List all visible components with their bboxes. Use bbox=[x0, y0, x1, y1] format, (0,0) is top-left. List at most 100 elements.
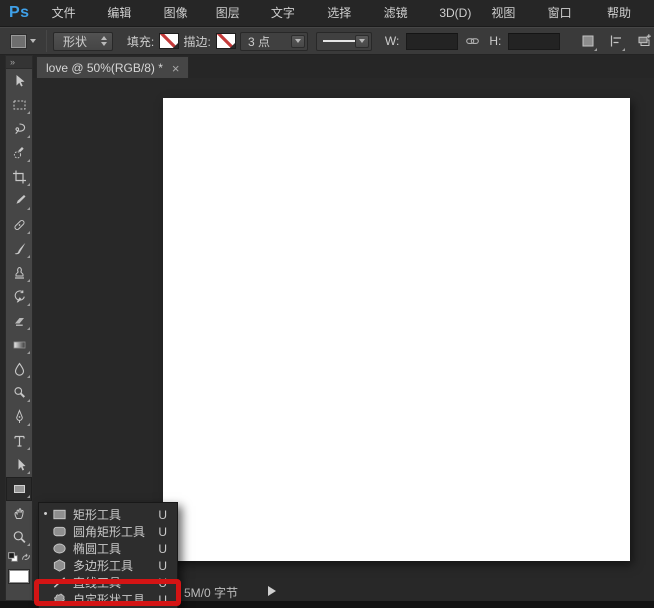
height-input[interactable] bbox=[508, 33, 560, 50]
blur-tool[interactable] bbox=[6, 357, 32, 381]
default-colors-icon[interactable] bbox=[7, 550, 19, 568]
tool-preset-picker[interactable] bbox=[7, 33, 40, 50]
rectangle-tool[interactable] bbox=[6, 477, 32, 501]
quick-selection-tool[interactable] bbox=[6, 141, 32, 165]
menubar-item-5[interactable]: 选择(S) bbox=[317, 0, 373, 27]
path-selection-tool[interactable] bbox=[6, 453, 32, 477]
clone-stamp-tool[interactable] bbox=[6, 261, 32, 285]
lasso-tool[interactable] bbox=[6, 117, 32, 141]
polygon-icon bbox=[52, 558, 68, 574]
eyedropper-tool[interactable] bbox=[6, 189, 32, 213]
document-canvas[interactable] bbox=[163, 98, 630, 561]
path-arrange-button[interactable] bbox=[634, 31, 654, 52]
flyout-item-shortcut: U bbox=[158, 508, 167, 522]
selected-marker: • bbox=[39, 506, 52, 523]
fill-swatch[interactable] bbox=[159, 33, 179, 49]
menubar-item-2[interactable]: 图像(I) bbox=[154, 0, 206, 27]
updown-arrows-icon bbox=[101, 36, 107, 46]
flyout-item-shortcut: U bbox=[158, 576, 167, 590]
flyout-item-polygon-tool[interactable]: 多边形工具U bbox=[39, 557, 177, 574]
blur-tool-icon bbox=[11, 361, 28, 377]
move-tool-icon bbox=[11, 73, 28, 89]
rounded-rectangle-icon bbox=[52, 524, 68, 540]
pen-tool-icon bbox=[11, 409, 28, 425]
brush-tool-icon bbox=[11, 241, 28, 257]
menubar-item-9[interactable]: 窗口(W) bbox=[538, 0, 597, 27]
stroke-style-select[interactable] bbox=[316, 32, 372, 51]
quick-selection-tool-icon bbox=[11, 145, 28, 161]
gradient-tool-icon bbox=[11, 337, 28, 353]
stroke-width-select[interactable]: 3 点 bbox=[240, 32, 308, 51]
rectangular-marquee-tool[interactable] bbox=[6, 93, 32, 117]
height-label: H: bbox=[489, 34, 501, 48]
eraser-tool[interactable] bbox=[6, 309, 32, 333]
spot-healing-brush-tool[interactable] bbox=[6, 213, 32, 237]
flyout-item-label: 多边形工具 bbox=[73, 557, 158, 574]
pen-tool[interactable] bbox=[6, 405, 32, 429]
menubar-item-3[interactable]: 图层(L) bbox=[206, 0, 261, 27]
menubar-item-6[interactable]: 滤镜(T) bbox=[374, 0, 430, 27]
path-selection-tool-icon bbox=[11, 457, 28, 473]
menubar-item-4[interactable]: 文字(Y) bbox=[261, 0, 317, 27]
options-bar: 形状 填充: 描边: 3 点 W: H: bbox=[0, 27, 654, 55]
path-alignment-button[interactable] bbox=[606, 31, 626, 52]
flyout-item-label: 自定形状工具 bbox=[73, 591, 158, 608]
crop-tool[interactable] bbox=[6, 165, 32, 189]
flyout-item-label: 直线工具 bbox=[73, 574, 158, 591]
history-brush-tool[interactable] bbox=[6, 285, 32, 309]
flyout-item-rectangle-tool[interactable]: •矩形工具U bbox=[39, 506, 177, 523]
shape-tools-flyout: •矩形工具U圆角矩形工具U椭圆工具U多边形工具U直线工具U自定形状工具U bbox=[38, 502, 178, 608]
path-operations-button[interactable] bbox=[578, 31, 598, 52]
status-menu-arrow-icon[interactable] bbox=[268, 586, 276, 596]
link-dimensions-icon[interactable] bbox=[464, 33, 481, 49]
tool-mode-select[interactable]: 形状 bbox=[53, 32, 113, 51]
spot-healing-brush-tool-icon bbox=[11, 217, 28, 233]
menu-bar: Ps 文件(F)编辑(E)图像(I)图层(L)文字(Y)选择(S)滤镜(T)3D… bbox=[0, 0, 654, 27]
width-input[interactable] bbox=[406, 33, 458, 50]
document-tab[interactable]: love @ 50%(RGB/8) * × bbox=[36, 56, 189, 79]
dodge-tool[interactable] bbox=[6, 381, 32, 405]
path-arrange-icon bbox=[636, 33, 652, 49]
flyout-item-shortcut: U bbox=[158, 593, 167, 607]
flyout-item-ellipse-tool[interactable]: 椭圆工具U bbox=[39, 540, 177, 557]
stroke-swatch[interactable] bbox=[216, 33, 236, 49]
menubar-item-1[interactable]: 编辑(E) bbox=[97, 0, 153, 27]
zoom-tool-icon bbox=[11, 529, 28, 545]
flyout-item-shortcut: U bbox=[158, 542, 167, 556]
photoshop-window: Ps 文件(F)编辑(E)图像(I)图层(L)文字(Y)选择(S)滤镜(T)3D… bbox=[0, 0, 654, 608]
menubar-item-8[interactable]: 视图(V) bbox=[481, 0, 537, 27]
stroke-label: 描边: bbox=[183, 33, 210, 50]
chevron-down-icon bbox=[230, 43, 235, 48]
switch-colors-icon[interactable] bbox=[20, 550, 32, 568]
flyout-item-shortcut: U bbox=[158, 559, 167, 573]
type-tool[interactable] bbox=[6, 429, 32, 453]
flyout-item-label: 椭圆工具 bbox=[73, 540, 158, 557]
brush-tool[interactable] bbox=[6, 237, 32, 261]
dodge-tool-icon bbox=[11, 385, 28, 401]
menu-items: 文件(F)编辑(E)图像(I)图层(L)文字(Y)选择(S)滤镜(T)3D(D)… bbox=[42, 0, 654, 27]
foreground-color-swatch[interactable] bbox=[9, 570, 29, 583]
zoom-tool[interactable] bbox=[6, 525, 32, 549]
document-tab-title: love @ 50%(RGB/8) * bbox=[46, 61, 163, 75]
move-tool[interactable] bbox=[6, 69, 32, 93]
fill-label: 填充: bbox=[127, 33, 154, 50]
status-text: 5M/0 字节 bbox=[184, 584, 238, 601]
menubar-item-0[interactable]: 文件(F) bbox=[42, 0, 98, 27]
double-chevron-icon: » bbox=[10, 57, 16, 67]
hand-tool-icon bbox=[11, 505, 28, 521]
hand-tool[interactable] bbox=[6, 501, 32, 525]
ellipse-icon bbox=[52, 541, 68, 557]
menubar-item-10[interactable]: 帮助(H) bbox=[597, 0, 654, 27]
flyout-item-custom-shape-tool[interactable]: 自定形状工具U bbox=[39, 591, 177, 608]
rectangle-icon bbox=[52, 507, 68, 523]
flyout-item-line-tool[interactable]: 直线工具U bbox=[39, 574, 177, 591]
flyout-item-rounded-rectangle-tool[interactable]: 圆角矩形工具U bbox=[39, 523, 177, 540]
clone-stamp-tool-icon bbox=[11, 265, 28, 281]
chevron-down-icon bbox=[355, 35, 369, 48]
menubar-item-7[interactable]: 3D(D) bbox=[429, 0, 481, 27]
width-label: W: bbox=[385, 34, 399, 48]
gradient-tool[interactable] bbox=[6, 333, 32, 357]
rectangle-tool-preset-icon bbox=[11, 35, 26, 48]
tab-close-icon[interactable]: × bbox=[172, 62, 180, 75]
collapse-toolbar-button[interactable]: » bbox=[6, 56, 32, 69]
